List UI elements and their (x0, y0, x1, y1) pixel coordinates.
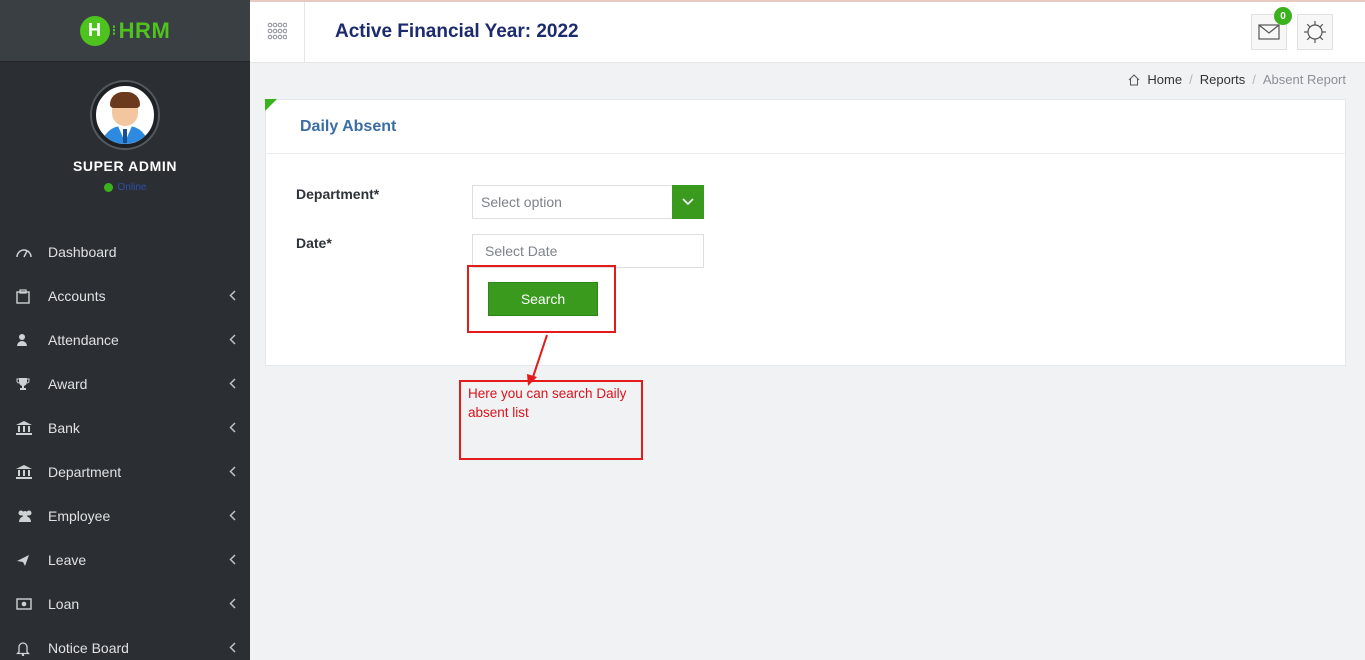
sidebar-item-label: Bank (48, 420, 80, 436)
sidebar-item-bank[interactable]: Bank (0, 406, 250, 450)
breadcrumb-reports[interactable]: Reports (1200, 72, 1246, 87)
breadcrumb-current: Absent Report (1262, 72, 1346, 87)
top-header: Active Financial Year: 2022 0 (250, 1, 1365, 63)
chevron-left-icon (229, 332, 236, 348)
sidebar-item-label: Accounts (48, 288, 106, 304)
sidebar-item-accounts[interactable]: Accounts (0, 274, 250, 318)
card-header: Daily Absent (266, 100, 1345, 154)
sidebar-item-label: Leave (48, 552, 87, 568)
sidebar-item-department[interactable]: Department (0, 450, 250, 494)
chevron-left-icon (229, 376, 236, 392)
dropdown-toggle[interactable] (672, 184, 704, 219)
chevron-left-icon (229, 288, 236, 304)
accounts-icon (16, 288, 38, 304)
logo-dots: ⁝ (111, 22, 117, 38)
logo-text: HRM (118, 17, 171, 43)
sidebar-item-label: Employee (48, 508, 111, 524)
breadcrumb-home[interactable]: Home (1147, 72, 1182, 87)
chevron-left-icon (229, 464, 236, 480)
sidebar-item-label: Department (48, 464, 122, 480)
chevron-left-icon (229, 596, 236, 612)
page-title: Active Financial Year: 2022 (335, 21, 579, 42)
breadcrumb-separator: / (1189, 72, 1193, 87)
money-icon (16, 598, 38, 610)
logo-bar: H ⁝ HRM (0, 0, 250, 62)
online-status-label: Online (117, 182, 147, 193)
breadcrumb: Home / Reports / Absent Report (1128, 72, 1346, 87)
sidebar-item-award[interactable]: Award (0, 362, 250, 406)
sidebar-item-label: Loan (48, 596, 80, 612)
sidebar-menu: Dashboard Accounts Attendance Award Bank Depa… (0, 230, 250, 660)
sidebar-item-label: Attendance (48, 332, 119, 348)
sidebar-item-label: Notice Board (48, 640, 129, 656)
department-label: Department* (296, 186, 380, 202)
gear-icon (1304, 21, 1326, 43)
user-profile: SUPER ADMIN Online (0, 62, 250, 222)
chevron-down-icon (682, 197, 694, 205)
bank-icon (16, 465, 38, 479)
chevron-left-icon (229, 420, 236, 436)
card-corner-accent (265, 99, 277, 111)
breadcrumb-separator: / (1252, 72, 1256, 87)
apps-grid-icon (267, 22, 287, 40)
user-name: SUPER ADMIN (72, 158, 178, 174)
mail-button[interactable]: 0 (1251, 7, 1292, 50)
users-icon (16, 509, 38, 523)
sidebar-item-label: Dashboard (48, 244, 117, 260)
chevron-left-icon (229, 552, 236, 568)
apps-grid-button[interactable] (250, 1, 305, 63)
envelope-icon (1258, 24, 1280, 40)
sidebar-item-employee[interactable]: Employee (0, 494, 250, 538)
sidebar-item-leave[interactable]: Leave (0, 538, 250, 582)
user-icon (16, 333, 38, 347)
sidebar-item-dashboard[interactable]: Dashboard (0, 230, 250, 274)
bell-icon (16, 641, 38, 656)
department-select[interactable]: Select option (472, 184, 704, 219)
sidebar-item-loan[interactable]: Loan (0, 582, 250, 626)
dashboard-icon (16, 246, 38, 258)
logo-badge: H (79, 15, 110, 46)
daily-absent-card: Daily Absent Department* Select option D… (265, 99, 1346, 366)
online-status: Online (0, 182, 250, 193)
trophy-icon (16, 377, 38, 391)
date-label: Date* (296, 235, 332, 251)
header-actions: 0 (1251, 7, 1333, 50)
app-logo[interactable]: H ⁝ HRM (79, 15, 171, 46)
card-title: Daily Absent (300, 117, 397, 135)
date-input[interactable] (472, 234, 704, 268)
chevron-left-icon (229, 508, 236, 524)
annotation-highlight-box (467, 265, 616, 333)
sidebar: H ⁝ HRM SUPER ADMIN Online Dashboard Acco… (0, 0, 250, 660)
sidebar-item-attendance[interactable]: Attendance (0, 318, 250, 362)
plane-icon (16, 553, 38, 567)
bank-icon (16, 421, 38, 435)
annotation-note: Here you can search Daily absent list (468, 386, 627, 420)
sidebar-item-notice-board[interactable]: Notice Board (0, 626, 250, 660)
department-select-value: Select option (481, 194, 562, 210)
mail-count-badge: 0 (1274, 7, 1292, 25)
sidebar-item-label: Award (48, 376, 88, 392)
home-icon (1129, 73, 1140, 85)
settings-button[interactable] (1297, 14, 1333, 50)
avatar (92, 82, 158, 148)
chevron-left-icon (229, 640, 236, 656)
online-dot-icon (103, 183, 113, 192)
